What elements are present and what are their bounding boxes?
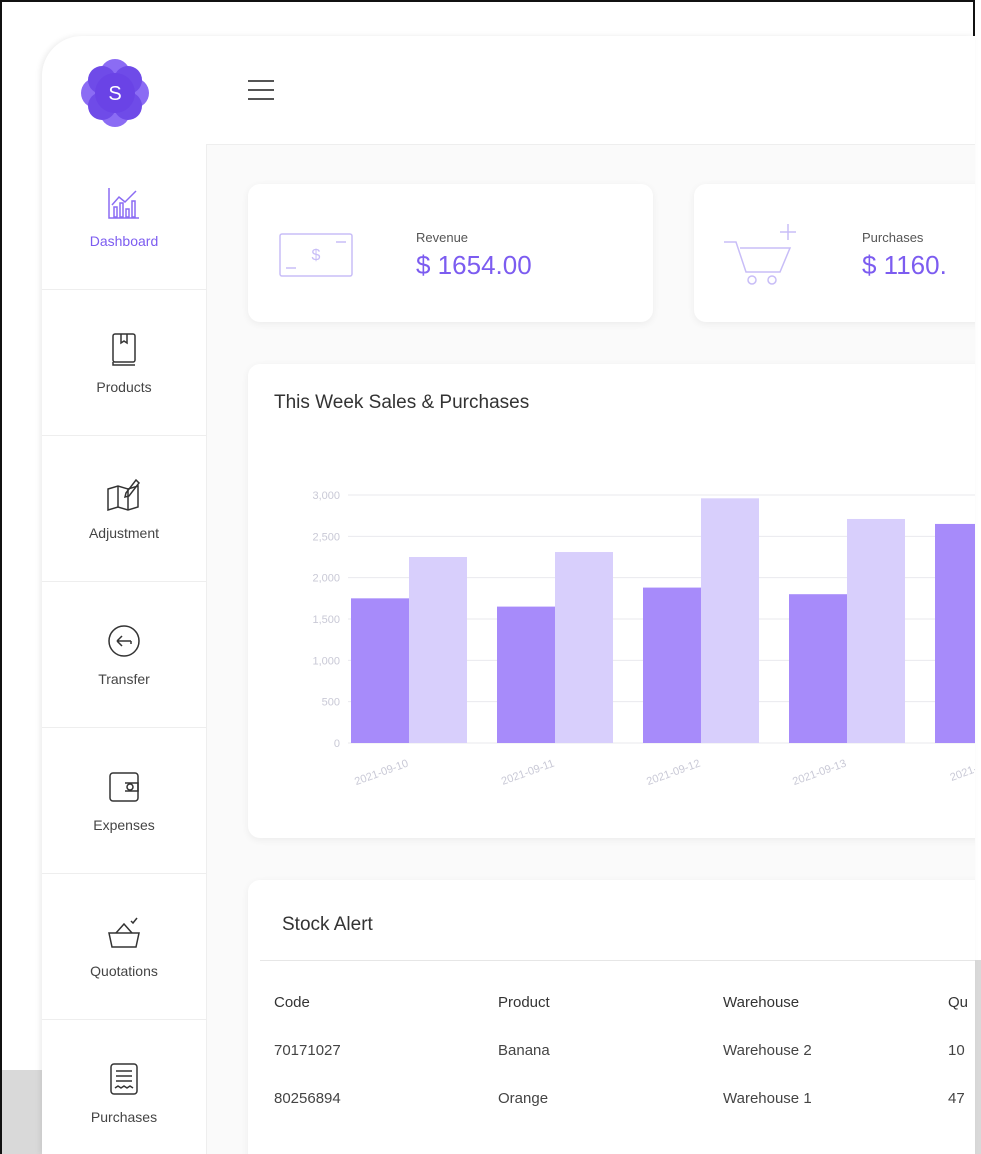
column-header-product[interactable]: Product <box>498 978 723 1026</box>
sidebar-item-label: Expenses <box>93 816 155 833</box>
bar <box>643 587 701 743</box>
logo[interactable]: S <box>78 56 152 130</box>
cell-quantity: 47 <box>948 1089 965 1107</box>
column-header-warehouse[interactable]: Warehouse <box>723 978 948 1026</box>
revenue-card[interactable]: $ Revenue $ 1654.00 <box>248 184 653 322</box>
sidebar-item-dashboard[interactable]: Dashboard <box>42 144 206 290</box>
revenue-value: $ 1654.00 <box>416 250 532 280</box>
table-header-row: Code Product Warehouse Qu <box>274 978 975 1026</box>
y-tick-label: 2,500 <box>312 531 340 543</box>
bar-chart: 0 500 1,000 1,500 2,000 2,500 3,000 2021-09-10 2… <box>312 490 975 789</box>
wallet-icon <box>109 771 139 802</box>
y-tick-label: 2,000 <box>312 573 340 585</box>
bar <box>497 606 555 743</box>
logo-letter: S <box>108 83 121 105</box>
x-tick-label: 2021-09- <box>949 757 975 783</box>
menu-toggle-icon[interactable] <box>248 80 274 100</box>
transfer-icon <box>108 624 140 657</box>
sidebar-item-label: Purchases <box>90 1108 158 1125</box>
basket-icon <box>108 917 140 948</box>
stock-alert-table: Code Product Warehouse Qu 70171027 Banan… <box>274 978 975 1122</box>
sidebar-item-label: Adjustment <box>88 524 160 541</box>
svg-text:$: $ <box>312 247 321 264</box>
table-row[interactable]: 80256894 Orange Warehouse 1 47 <box>274 1074 975 1122</box>
app-window: S Dashboard Products Adjustment Transfer… <box>42 36 975 1154</box>
y-tick-label: 3,000 <box>312 490 340 502</box>
revenue-label: Revenue <box>416 230 469 245</box>
cart-icon <box>724 224 796 285</box>
bar <box>789 594 847 743</box>
sidebar-item-purchases[interactable]: Purchases <box>42 1020 206 1154</box>
sales-purchases-chart: This Week Sales & Purchases 0 500 1,000 1,5… <box>248 364 975 838</box>
stock-alert-title: Stock Alert <box>282 914 373 935</box>
cash-icon: $ <box>279 233 353 277</box>
sidebar-item-label: Quotations <box>90 962 158 979</box>
purchases-value: $ 1160. <box>862 250 947 280</box>
sidebar-item-products[interactable]: Products <box>42 290 206 436</box>
sidebar: Dashboard Products Adjustment Transfer E… <box>42 144 207 1154</box>
bar <box>847 518 905 743</box>
main-content: $ Revenue $ 1654.00 Purchases $ 1160. Th… <box>206 144 975 1154</box>
sidebar-item-adjustment[interactable]: Adjustment <box>42 436 206 582</box>
sidebar-item-expenses[interactable]: Expenses <box>42 728 206 874</box>
stock-alert-card: Stock Alert Code Product Warehouse Qu 70… <box>248 880 975 1154</box>
sidebar-item-transfer[interactable]: Transfer <box>42 582 206 728</box>
y-tick-label: 500 <box>322 697 340 709</box>
sidebar-item-label: Transfer <box>98 670 150 687</box>
receipt-icon <box>110 1062 138 1095</box>
column-header-quantity[interactable]: Qu <box>948 978 975 1026</box>
cell-warehouse: Warehouse 1 <box>723 1089 812 1107</box>
book-icon <box>112 332 136 366</box>
cell-quantity: 10 <box>948 1041 965 1059</box>
chart-icon <box>108 187 139 219</box>
sidebar-item-quotations[interactable]: Quotations <box>42 874 206 1020</box>
top-bar: S <box>42 36 975 145</box>
purchases-card[interactable]: Purchases $ 1160. <box>694 184 975 322</box>
bar <box>555 552 613 743</box>
y-tick-label: 1,000 <box>312 655 340 667</box>
map-pencil-icon <box>107 478 140 511</box>
table-row[interactable]: 70171027 Banana Warehouse 2 10 <box>274 1026 975 1074</box>
sidebar-item-label: Dashboard <box>89 232 159 249</box>
background-panel <box>2 1070 42 1154</box>
x-tick-label: 2021-09-11 <box>500 758 556 788</box>
cell-code: 80256894 <box>274 1089 341 1107</box>
sidebar-item-label: Products <box>96 378 152 395</box>
cell-code: 70171027 <box>274 1041 341 1059</box>
bar <box>935 523 975 743</box>
y-tick-label: 1,500 <box>312 614 340 626</box>
divider <box>260 960 975 961</box>
x-tick-label: 2021-09-13 <box>791 758 848 789</box>
cell-warehouse: Warehouse 2 <box>723 1041 812 1059</box>
cell-product: Orange <box>498 1089 549 1107</box>
purchases-label: Purchases <box>862 230 924 245</box>
cell-product: Banana <box>498 1041 550 1059</box>
bar <box>409 557 467 743</box>
bar <box>351 598 409 743</box>
x-tick-label: 2021-09-10 <box>353 758 410 789</box>
x-tick-label: 2021-09-12 <box>645 758 702 789</box>
y-tick-label: 0 <box>334 738 340 750</box>
column-header-code[interactable]: Code <box>274 978 498 1026</box>
bar <box>701 498 759 743</box>
